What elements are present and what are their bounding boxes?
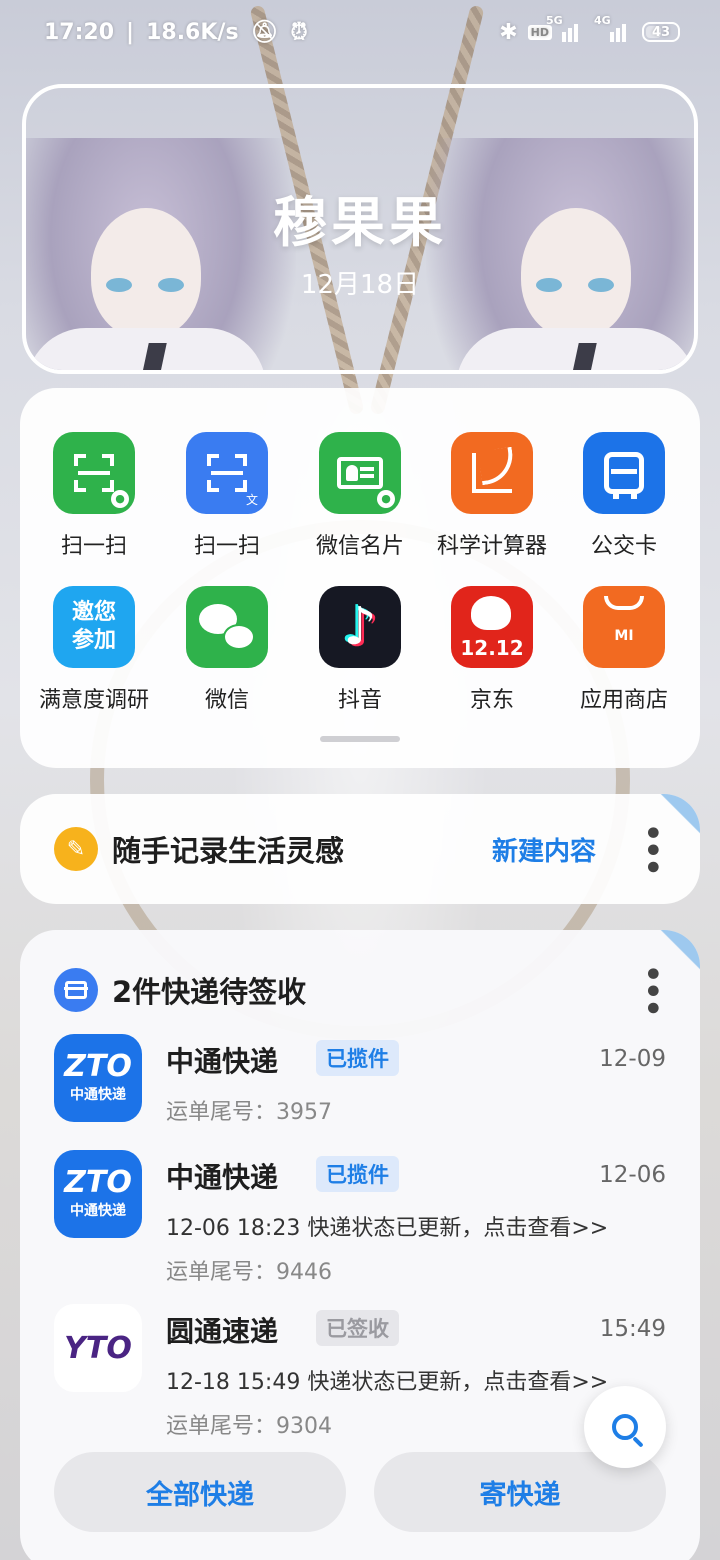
app-wechat-scan[interactable]: ● 扫一扫 [28, 432, 160, 560]
parcel-update: 12-18 15:49 快递状态已更新，点击查看>> [166, 1370, 609, 1395]
note-card[interactable]: ✎ 随手记录生活灵感 新建内容 ••• [20, 794, 700, 904]
calculator-icon [451, 432, 533, 514]
app-bus-card[interactable]: 公交卡 [558, 432, 690, 560]
status-speed: 18.6K/s [146, 19, 239, 45]
bluetooth-icon: ✱ [499, 19, 518, 45]
header-title: 穆果果 [273, 191, 447, 254]
app-survey[interactable]: 邀您参加 满意度调研 [28, 586, 160, 714]
tracking-tail: 运单尾号：9304 [166, 1414, 332, 1439]
jd-icon: 12.12 [451, 586, 533, 668]
app-store-icon: MI [583, 586, 665, 668]
more-icon[interactable]: ••• [634, 964, 669, 1016]
status-divider: | [126, 19, 135, 45]
status-bar: 17:20 | 18.6K/s 🔕︎ ⏰︎ ✱ HD 5G 4G 43 [0, 0, 720, 64]
page-indicator [320, 736, 400, 742]
parcel-time: 12-09 [599, 1046, 666, 1072]
tracking-tail: 运单尾号：3957 [166, 1100, 332, 1125]
app-shortcuts-card: ● 扫一扫 文 扫一扫 ● 微信名片 科学计算器 公交卡 邀您参加 满意度调研 [20, 388, 700, 768]
wechat-icon [186, 586, 268, 668]
parcel-item[interactable]: ZTO 中通快递 中通快递 已揽件 12-06 12-06 18:23 快递状态… [54, 1150, 666, 1300]
app-label: 扫一扫 [60, 534, 127, 559]
zto-logo-icon: ZTO 中通快递 [54, 1034, 142, 1122]
app-store[interactable]: MI 应用商店 [558, 586, 690, 714]
douyin-icon: ♪ [319, 586, 401, 668]
status-badge: 已揽件 [316, 1156, 399, 1192]
survey-tile-text: 邀您参加 [71, 600, 116, 653]
translate-scan-icon: 文 [186, 432, 268, 514]
pencil-icon: ✎ [54, 827, 98, 871]
courier-name: 中通快递 [166, 1045, 279, 1078]
search-icon [612, 1414, 638, 1440]
silent-icon: 🔕︎ [250, 19, 279, 45]
status-time: 17:20 [44, 19, 115, 45]
battery-icon: 43 [642, 22, 680, 42]
app-jd[interactable]: 12.12 京东 [426, 586, 558, 714]
app-translate-scan[interactable]: 文 扫一扫 [161, 432, 293, 560]
parcel-update: 12-06 18:23 快递状态已更新，点击查看>> [166, 1216, 609, 1241]
app-wechat-card[interactable]: ● 微信名片 [294, 432, 426, 560]
app-label: 满意度调研 [38, 688, 149, 713]
wechat-scan-icon: ● [53, 432, 135, 514]
status-badge: 已签收 [316, 1310, 399, 1346]
signal-5g-icon: 5G [546, 14, 584, 42]
parcel-time: 15:49 [599, 1316, 666, 1342]
zto-logo-icon: ZTO 中通快递 [54, 1150, 142, 1238]
app-label: 微信名片 [315, 534, 404, 559]
parcel-title: 2件快递待签收 [112, 974, 307, 1009]
new-content-button[interactable]: 新建内容 [492, 831, 596, 868]
app-wechat[interactable]: 微信 [161, 586, 293, 714]
app-label: 扫一扫 [193, 534, 260, 559]
profile-header[interactable]: 穆果果 12月18日 [22, 84, 698, 374]
card-corner-flag [660, 794, 700, 834]
app-label: 京东 [469, 688, 514, 713]
parcel-time: 12-06 [599, 1162, 666, 1188]
alarm-icon: ⏰︎ [290, 19, 308, 45]
parcel-header: 2件快递待签收 ••• [54, 964, 669, 1016]
parcel-item[interactable]: YTO 圆通速递 已签收 15:49 12-18 15:49 快递状态已更新，点… [54, 1304, 666, 1454]
app-label: 应用商店 [579, 688, 668, 713]
courier-name: 圆通速递 [166, 1315, 279, 1348]
all-parcels-button[interactable]: 全部快递 [54, 1452, 346, 1532]
store-tile-text: MI [614, 628, 634, 644]
app-label: 微信 [204, 688, 249, 713]
signal-4g-icon: 4G [594, 14, 632, 42]
app-label: 公交卡 [590, 534, 657, 559]
parcel-box-icon [54, 967, 98, 1012]
app-label: 科学计算器 [436, 534, 547, 559]
jd-tile-text: 12.12 [460, 636, 524, 660]
search-button[interactable] [584, 1386, 666, 1468]
tracking-tail: 运单尾号：9446 [166, 1260, 332, 1285]
header-date: 12月18日 [300, 270, 420, 300]
note-prompt: 随手记录生活灵感 [112, 834, 345, 868]
status-badge: 已揽件 [316, 1040, 399, 1076]
yto-logo-icon: YTO [54, 1304, 142, 1392]
app-label: 抖音 [337, 688, 382, 713]
courier-name: 中通快递 [166, 1161, 279, 1194]
wechat-card-icon: ● [319, 432, 401, 514]
survey-icon: 邀您参加 [53, 586, 135, 668]
app-calculator[interactable]: 科学计算器 [426, 432, 558, 560]
parcel-card: 2件快递待签收 ••• ZTO 中通快递 中通快递 已揽件 12-09 运单尾号… [20, 930, 700, 1560]
bus-card-icon [583, 432, 665, 514]
app-douyin[interactable]: ♪ 抖音 [294, 586, 426, 714]
